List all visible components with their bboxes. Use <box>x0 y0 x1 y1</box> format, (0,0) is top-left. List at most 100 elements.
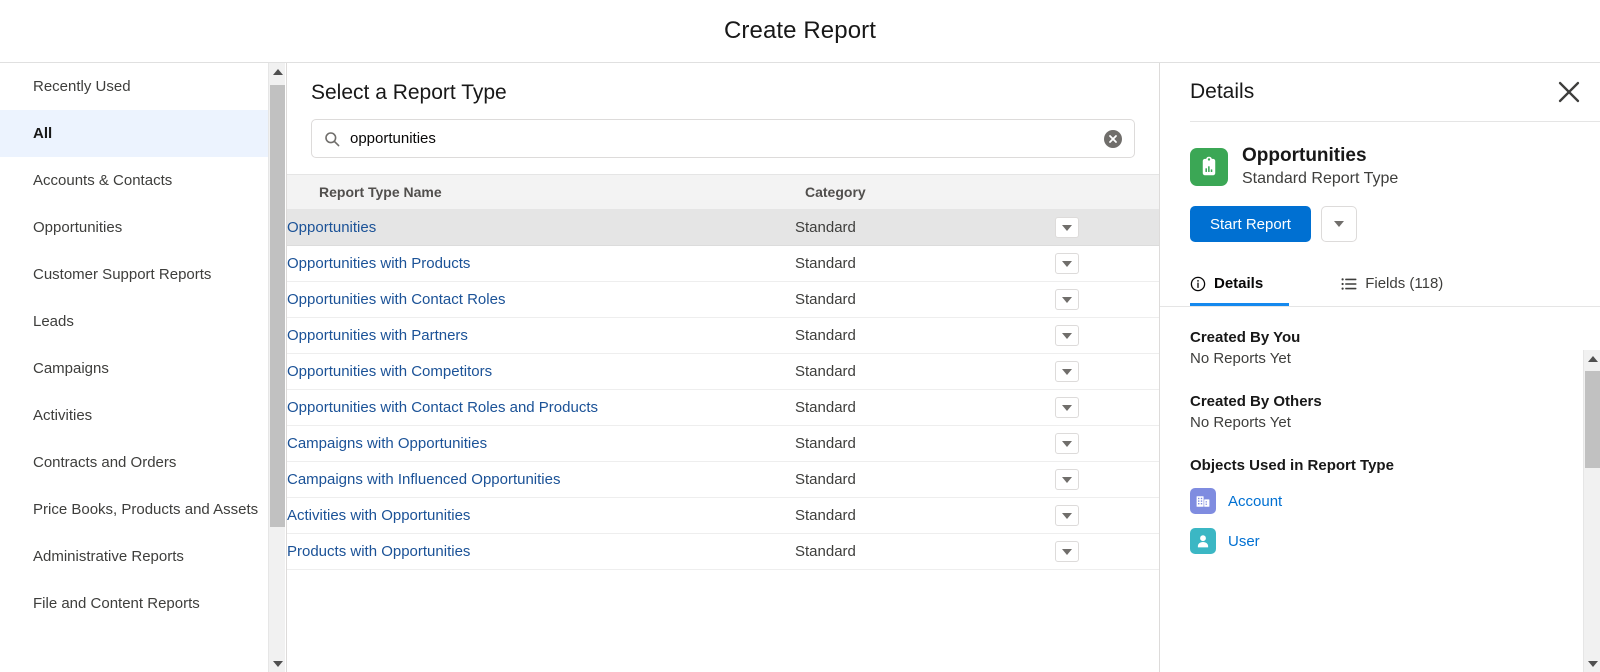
close-button[interactable] <box>1556 79 1582 105</box>
cell-report-type-name: Opportunities with Partners <box>287 317 795 354</box>
report-type-link[interactable]: Campaigns with Influenced Opportunities <box>287 471 561 488</box>
row-menu-button[interactable] <box>1055 361 1079 382</box>
table-header: Report Type Name Category <box>287 174 1159 210</box>
sidebar-item-opportunities[interactable]: Opportunities <box>0 204 285 251</box>
objects-used-title: Objects Used in Report Type <box>1190 457 1394 475</box>
report-type-link[interactable]: Products with Opportunities <box>287 543 470 560</box>
table-row[interactable]: Opportunities with Competitors Standard <box>287 353 1159 390</box>
details-scrollbar[interactable] <box>1583 350 1600 672</box>
row-menu-button[interactable] <box>1055 433 1079 454</box>
sidebar-item-administrative-reports[interactable]: Administrative Reports <box>0 533 285 580</box>
cell-actions <box>1055 533 1159 570</box>
opportunity-clipboard-icon <box>1190 147 1228 186</box>
tab-details[interactable]: Details <box>1190 264 1290 307</box>
cell-category: Standard <box>795 425 1055 462</box>
search-input[interactable] <box>312 120 1134 157</box>
row-menu-button[interactable] <box>1055 505 1079 526</box>
search-icon <box>324 131 340 147</box>
chevron-down-icon <box>1062 476 1072 483</box>
table-row[interactable]: Campaigns with Influenced Opportunities S… <box>287 461 1159 498</box>
sidebar-item-label: All <box>33 124 53 142</box>
search-container <box>287 105 1159 174</box>
report-type-link[interactable]: Opportunities with Contact Roles and Pro… <box>287 399 598 416</box>
column-header-actions <box>1055 174 1159 210</box>
sidebar-item-activities[interactable]: Activities <box>0 392 285 439</box>
tab-fields[interactable]: Fields (118) <box>1341 264 1469 306</box>
row-menu-button[interactable] <box>1055 325 1079 346</box>
report-type-link[interactable]: Opportunities with Products <box>287 255 470 272</box>
report-type-link[interactable]: Opportunities with Contact Roles <box>287 291 505 308</box>
object-link[interactable]: User <box>1228 533 1260 550</box>
sidebar-scrollbar-thumb[interactable] <box>270 85 285 527</box>
column-header-report-type-name[interactable]: Report Type Name <box>287 174 795 210</box>
row-menu-button[interactable] <box>1055 253 1079 274</box>
user-icon <box>1190 528 1216 555</box>
tab-fields-label: Fields (118) <box>1365 275 1444 293</box>
cell-report-type-name: Opportunities with Competitors <box>287 353 795 390</box>
cell-category: Standard <box>795 281 1055 318</box>
details-scroll-down-button[interactable] <box>1584 655 1600 672</box>
table-row[interactable]: Products with Opportunities Standard <box>287 533 1159 570</box>
details-scrollbar-thumb[interactable] <box>1585 371 1600 468</box>
row-menu-button[interactable] <box>1055 541 1079 562</box>
sidebar-item-recently-used[interactable]: Recently Used <box>0 63 285 110</box>
chevron-down-icon <box>1062 332 1072 339</box>
table-row[interactable]: Opportunities with Partners Standard <box>287 317 1159 354</box>
modal-header: Create Report <box>0 0 1600 63</box>
details-scroll-up-button[interactable] <box>1584 350 1600 367</box>
sidebar-item-campaigns[interactable]: Campaigns <box>0 345 285 392</box>
chevron-up-icon <box>1587 355 1598 362</box>
row-menu-button[interactable] <box>1055 217 1079 238</box>
report-type-link[interactable]: Opportunities with Partners <box>287 327 468 344</box>
sidebar-item-label: Contracts and Orders <box>33 453 177 471</box>
report-type-link[interactable]: Campaigns with Opportunities <box>287 435 487 452</box>
sidebar-item-contracts-and-orders[interactable]: Contracts and Orders <box>0 439 285 486</box>
cell-category: Standard <box>795 209 1055 246</box>
cell-category: Standard <box>795 245 1055 282</box>
sidebar-item-label: Opportunities <box>33 218 123 236</box>
cell-actions <box>1055 425 1159 462</box>
sidebar-scrollbar[interactable] <box>268 63 285 672</box>
row-menu-button[interactable] <box>1055 289 1079 310</box>
start-report-button[interactable]: Start Report <box>1190 206 1311 243</box>
sidebar-item-price-books-products-and-assets[interactable]: Price Books, Products and Assets <box>0 486 285 533</box>
column-header-category[interactable]: Category <box>795 174 1055 210</box>
table-row[interactable]: Activities with Opportunities Standard <box>287 497 1159 534</box>
table-row[interactable]: Campaigns with Opportunities Standard <box>287 425 1159 462</box>
report-type-identity: Opportunities Standard Report Type <box>1160 122 1600 189</box>
sidebar-item-file-and-content-reports[interactable]: File and Content Reports <box>0 580 285 627</box>
cell-category: Standard <box>795 461 1055 498</box>
sidebar-item-leads[interactable]: Leads <box>0 298 285 345</box>
start-report-menu-button[interactable] <box>1320 206 1357 243</box>
report-type-link[interactable]: Opportunities with Competitors <box>287 363 492 380</box>
cell-category: Standard <box>795 389 1055 426</box>
table-row[interactable]: Opportunities with Contact Roles and Pro… <box>287 389 1159 426</box>
create-report-modal: Create Report Recently Used All Accounts &… <box>0 0 1600 672</box>
row-menu-button[interactable] <box>1055 397 1079 418</box>
object-link[interactable]: Account <box>1228 493 1282 510</box>
table-row[interactable]: Opportunities Standard <box>287 209 1159 246</box>
sidebar-scroll-down-button[interactable] <box>269 655 285 672</box>
chevron-down-icon <box>272 660 283 667</box>
table-row[interactable]: Opportunities with Products Standard <box>287 245 1159 282</box>
cell-category: Standard <box>795 497 1055 534</box>
sidebar-item-label: File and Content Reports <box>33 594 200 612</box>
search-box[interactable] <box>311 119 1135 158</box>
table-row[interactable]: Opportunities with Contact Roles Standard <box>287 281 1159 318</box>
created-by-you-group: Created By You No Reports Yet <box>1190 329 1570 367</box>
cell-report-type-name: Campaigns with Influenced Opportunities <box>287 461 795 498</box>
report-type-panel: Select a Report Type opportunities Repor… <box>286 63 1160 672</box>
sidebar-item-label: Campaigns <box>33 359 109 377</box>
sidebar-item-customer-support-reports[interactable]: Customer Support Reports <box>0 251 285 298</box>
sidebar-item-all[interactable]: All <box>0 110 285 157</box>
cell-report-type-name: Opportunities with Products <box>287 245 795 282</box>
clear-search-button[interactable] <box>1104 129 1122 148</box>
row-menu-button[interactable] <box>1055 469 1079 490</box>
sidebar-item-accounts-contacts[interactable]: Accounts & Contacts <box>0 157 285 204</box>
sidebar-scroll-up-button[interactable] <box>269 63 285 80</box>
report-type-link[interactable]: Activities with Opportunities <box>287 507 470 524</box>
modal-body: Recently Used All Accounts & Contacts Oppor… <box>0 63 1600 672</box>
chevron-down-icon <box>1062 260 1072 267</box>
report-type-link[interactable]: Opportunities <box>287 219 376 236</box>
chevron-down-icon <box>1587 660 1598 667</box>
